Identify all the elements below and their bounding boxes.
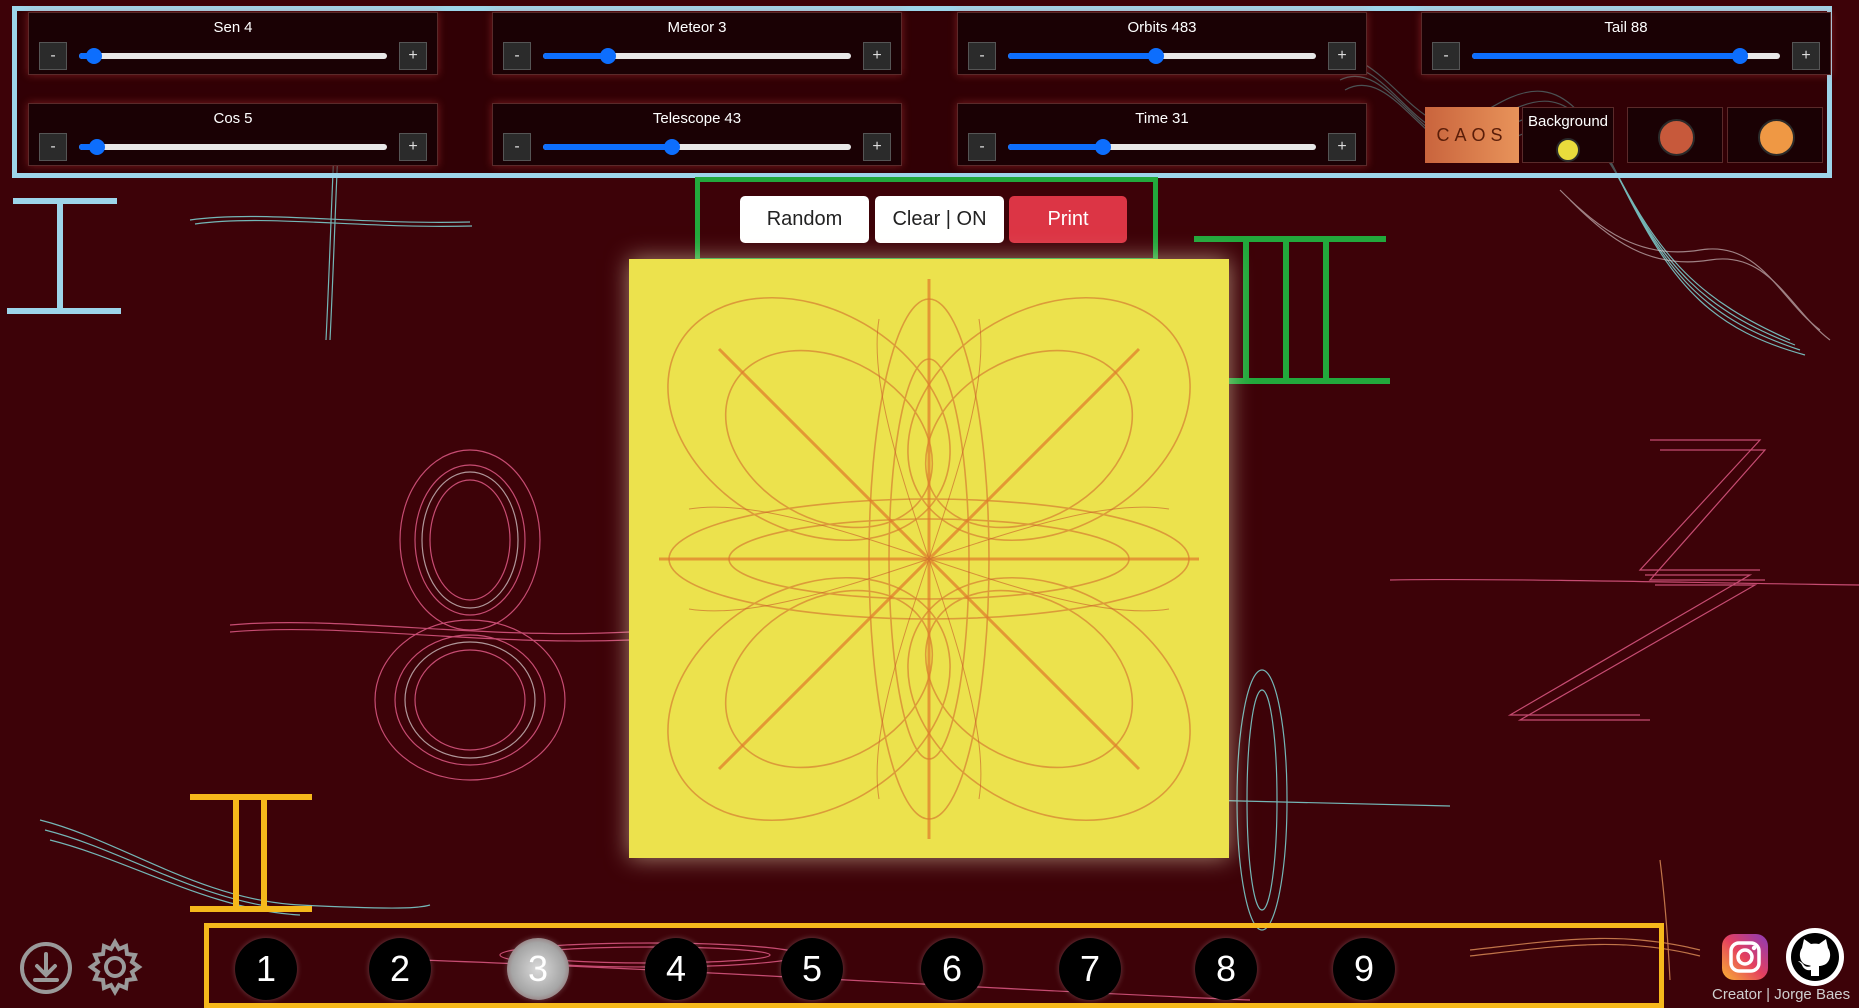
slider-track[interactable]: [1008, 48, 1316, 64]
slider-time: Time 31 - +: [957, 103, 1367, 166]
slider-name: Tail: [1604, 19, 1627, 36]
slider-name: Cos: [213, 110, 241, 127]
slider-orbits: Orbits 483 - +: [957, 12, 1367, 75]
preset-button-5[interactable]: 5: [781, 938, 843, 1000]
background-label: Background: [1527, 113, 1609, 130]
increment-button[interactable]: +: [399, 133, 427, 161]
preset-button-9[interactable]: 9: [1333, 938, 1395, 1000]
slider-name: Time: [1135, 110, 1169, 127]
slider-value: 5: [244, 110, 253, 127]
slider-value: 483: [1171, 19, 1197, 36]
slider-thumb[interactable]: [664, 139, 681, 155]
slider-name: Telescope: [652, 110, 721, 127]
decrement-button[interactable]: -: [503, 42, 531, 70]
caos-button[interactable]: CAOS: [1425, 107, 1519, 163]
slider-tail: Tail 88 - +: [1421, 12, 1831, 75]
increment-button[interactable]: +: [399, 42, 427, 70]
color-2-swatch[interactable]: [1758, 119, 1795, 156]
preset-button-1[interactable]: 1: [235, 938, 297, 1000]
slider-thumb[interactable]: [1147, 48, 1164, 64]
preset-button-3[interactable]: 3: [507, 938, 569, 1000]
slider-track[interactable]: [79, 139, 387, 155]
slider-track[interactable]: [543, 139, 851, 155]
slider-name: Orbits: [1127, 19, 1168, 36]
preset-button-4[interactable]: 4: [645, 938, 707, 1000]
preset-bar: 1 2 3 4 5 6 7 8 9: [204, 923, 1664, 1008]
slider-value: 31: [1172, 110, 1189, 127]
slider-label: Time 31: [958, 110, 1366, 127]
increment-button[interactable]: +: [863, 133, 891, 161]
increment-button[interactable]: +: [863, 42, 891, 70]
preset-button-8[interactable]: 8: [1195, 938, 1257, 1000]
drawing-canvas[interactable]: [629, 259, 1229, 858]
creator-credit[interactable]: Creator | Jorge Baes: [1712, 986, 1850, 1003]
slider-thumb[interactable]: [86, 48, 103, 64]
slider-thumb[interactable]: [599, 48, 616, 64]
background-color-swatch[interactable]: [1556, 138, 1580, 162]
slider-thumb[interactable]: [1095, 139, 1112, 155]
settings-gear-icon[interactable]: [86, 938, 144, 996]
print-button[interactable]: Print: [1009, 196, 1127, 243]
slider-label: Tail 88: [1422, 19, 1830, 36]
decrement-button[interactable]: -: [1432, 42, 1460, 70]
slider-value: 4: [244, 19, 253, 36]
github-icon[interactable]: [1784, 926, 1846, 988]
slider-track[interactable]: [79, 48, 387, 64]
slider-label: Telescope 43: [493, 110, 901, 127]
roman-numeral-two-marker: [190, 794, 312, 912]
canvas-artwork: [659, 279, 1199, 839]
preset-button-7[interactable]: 7: [1059, 938, 1121, 1000]
background-color-picker: Background: [1522, 107, 1614, 163]
slider-label: Orbits 483: [958, 19, 1366, 36]
random-button[interactable]: Random: [740, 196, 869, 243]
slider-fill: [543, 144, 673, 150]
roman-numeral-one-marker: [7, 198, 121, 314]
increment-button[interactable]: +: [1792, 42, 1820, 70]
color-1-swatch[interactable]: [1658, 119, 1695, 156]
slider-name: Sen: [213, 19, 241, 36]
color-picker-1: [1627, 107, 1723, 163]
slider-value: 43: [724, 110, 742, 127]
slider-fill: [1472, 53, 1740, 59]
slider-thumb[interactable]: [89, 139, 106, 155]
slider-track[interactable]: [543, 48, 851, 64]
increment-button[interactable]: +: [1328, 133, 1356, 161]
decrement-button[interactable]: -: [39, 133, 67, 161]
preset-button-2[interactable]: 2: [369, 938, 431, 1000]
slider-telescope: Telescope 43 - +: [492, 103, 902, 166]
slider-thumb[interactable]: [1731, 48, 1748, 64]
increment-button[interactable]: +: [1328, 42, 1356, 70]
slider-label: Cos 5: [29, 110, 437, 127]
slider-fill: [1008, 144, 1104, 150]
clear-toggle-button[interactable]: Clear | ON: [875, 196, 1004, 243]
slider-fill: [543, 53, 608, 59]
slider-cos: Cos 5 - +: [28, 103, 438, 166]
slider-label: Meteor 3: [493, 19, 901, 36]
download-icon[interactable]: [18, 940, 74, 996]
slider-track[interactable]: [1472, 48, 1780, 64]
slider-name: Meteor: [667, 19, 715, 36]
action-buttons-group: Random Clear | ON Print: [695, 177, 1158, 263]
decrement-button[interactable]: -: [503, 133, 531, 161]
slider-track[interactable]: [1008, 139, 1316, 155]
slider-meteor: Meteor 3 - +: [492, 12, 902, 75]
decrement-button[interactable]: -: [968, 133, 996, 161]
slider-value: 88: [1630, 19, 1648, 36]
instagram-icon[interactable]: [1720, 932, 1770, 982]
slider-sen: Sen 4 - +: [28, 12, 438, 75]
preset-button-6[interactable]: 6: [921, 938, 983, 1000]
color-picker-2: [1727, 107, 1823, 163]
slider-label: Sen 4: [29, 19, 437, 36]
decrement-button[interactable]: -: [968, 42, 996, 70]
decrement-button[interactable]: -: [39, 42, 67, 70]
slider-fill: [1008, 53, 1156, 59]
slider-value: 3: [718, 19, 727, 36]
